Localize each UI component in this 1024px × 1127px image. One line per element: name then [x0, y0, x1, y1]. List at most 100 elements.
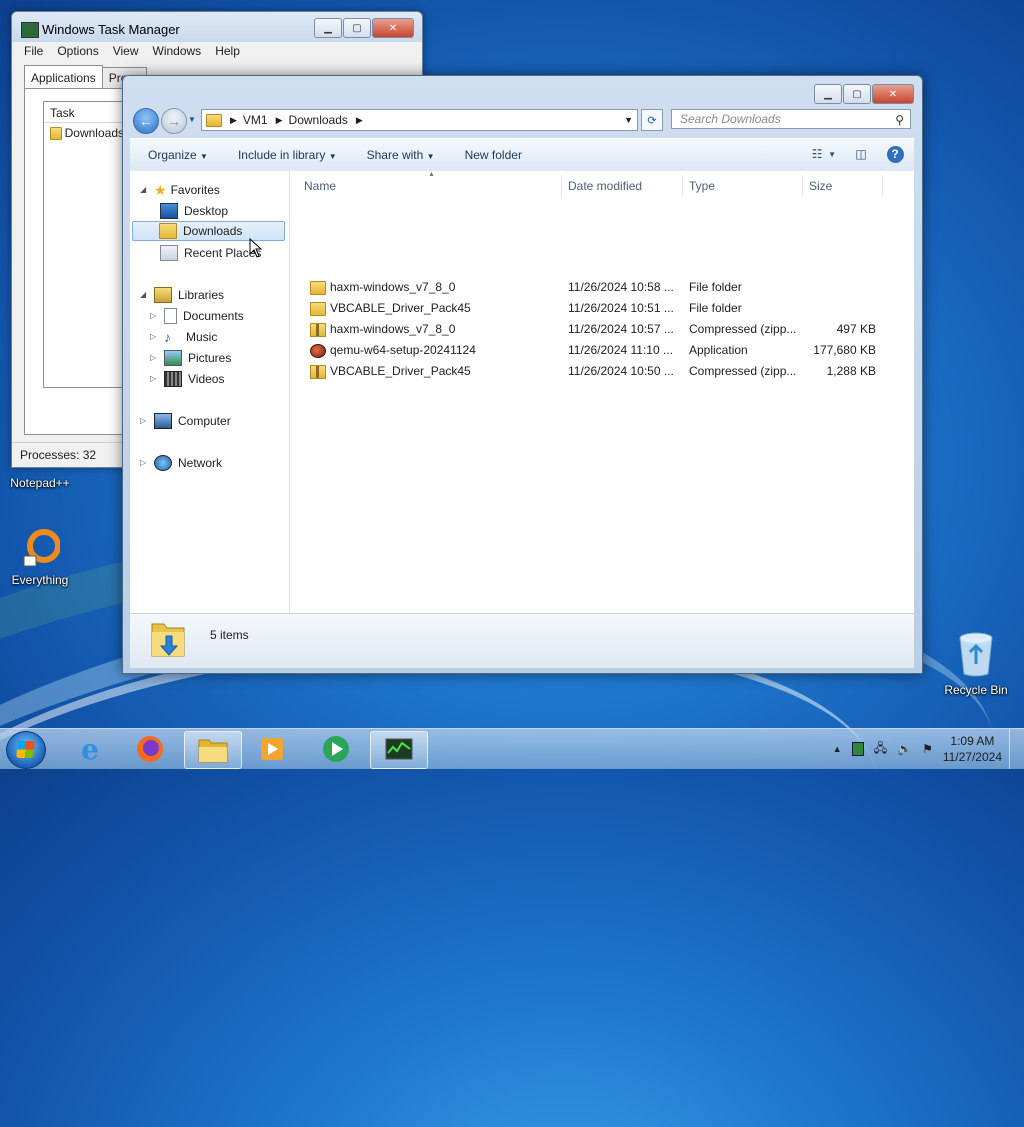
desktop-icon-everything[interactable]: Everything [0, 528, 80, 587]
file-list[interactable]: Name ▲ Date modified Type Size haxm-wind… [290, 171, 914, 613]
taskbar-internet-explorer[interactable]: e [62, 731, 118, 767]
pictures-icon [164, 350, 182, 366]
expand-arrow-icon[interactable]: ▷ [150, 369, 158, 389]
search-input[interactable]: Search Downloads ⚲ [671, 109, 911, 129]
minimize-button[interactable]: ▁ [314, 18, 342, 38]
desktop-icon-recycle-bin[interactable]: Recycle Bin [936, 630, 1016, 697]
close-button[interactable]: ✕ [372, 18, 414, 38]
nav-music[interactable]: ▷ ♪ Music [150, 327, 217, 347]
breadcrumb-vm1[interactable]: VM1 [243, 113, 268, 127]
taskbar-media-player[interactable] [244, 731, 300, 767]
task-manager-icon [385, 738, 413, 760]
nav-label: Videos [188, 372, 225, 386]
expand-arrow-icon[interactable]: ▷ [140, 453, 148, 473]
taskbar-task-manager[interactable] [370, 731, 428, 769]
taskbar-firefox[interactable] [122, 731, 178, 767]
expand-arrow-icon[interactable]: ▷ [150, 327, 158, 347]
file-date: 11/26/2024 10:57 ... [568, 322, 674, 336]
help-icon: ? [886, 145, 904, 163]
nav-recent-places[interactable]: Recent Places [160, 243, 261, 263]
view-options-icon[interactable]: ☷ [808, 145, 826, 163]
tab-applications[interactable]: Applications [24, 65, 103, 88]
show-hidden-icons-icon[interactable]: ▲ [833, 744, 842, 754]
zip-folder-icon [310, 323, 326, 337]
maximize-button[interactable]: ▢ [343, 18, 371, 38]
nav-libraries[interactable]: ◢ Libraries [140, 285, 224, 305]
column-size[interactable]: Size [803, 175, 883, 197]
share-with-button[interactable]: Share with ▼ [367, 148, 435, 162]
column-name[interactable]: Name [298, 175, 562, 197]
nav-network[interactable]: ▷ Network [140, 453, 222, 473]
search-icon[interactable]: ⚲ [895, 113, 904, 127]
nav-pictures[interactable]: ▷ Pictures [150, 348, 231, 368]
nav-desktop[interactable]: Desktop [160, 201, 228, 221]
clock[interactable]: 1:09 AM 11/27/2024 [943, 733, 1002, 765]
network-tray-icon[interactable]: 🖧 [874, 739, 887, 760]
task-list[interactable]: Task Downloads [43, 101, 125, 388]
table-row[interactable]: qemu-w64-setup-20241124 11/26/2024 11:10… [290, 340, 890, 361]
menu-view[interactable]: View [113, 42, 139, 62]
menu-help[interactable]: Help [215, 42, 240, 62]
menu-options[interactable]: Options [57, 42, 98, 62]
address-dropdown-icon[interactable]: ▼ [624, 115, 633, 125]
nav-label: Downloads [183, 224, 243, 238]
recent-places-icon [160, 245, 178, 261]
action-center-flag-icon[interactable]: ⚑ [922, 742, 933, 756]
help-button[interactable]: ? [886, 145, 904, 163]
organize-button[interactable]: Organize ▼ [148, 148, 208, 162]
preview-pane-icon[interactable]: ◫ [852, 145, 870, 163]
file-name: haxm-windows_v7_8_0 [330, 322, 456, 336]
libraries-icon [154, 287, 172, 303]
nav-favorites[interactable]: ◢ ★ Favorites [140, 180, 220, 200]
recent-pages-icon[interactable]: ▼ [188, 115, 196, 124]
back-button[interactable]: ← [133, 108, 159, 134]
chevron-right-icon[interactable]: ▶ [230, 115, 237, 126]
table-row[interactable]: VBCABLE_Driver_Pack45 11/26/2024 10:51 .… [290, 298, 890, 319]
show-desktop-button[interactable] [1009, 729, 1024, 769]
expand-arrow-icon[interactable]: ▷ [140, 411, 148, 431]
chevron-down-icon[interactable]: ▼ [828, 150, 836, 159]
forward-button[interactable]: → [161, 108, 187, 134]
start-button[interactable] [6, 731, 46, 769]
taskbar-windows-media-player[interactable] [308, 731, 364, 767]
list-item[interactable]: Downloads [44, 123, 124, 143]
column-date-modified[interactable]: Date modified [562, 175, 683, 197]
table-row[interactable]: haxm-windows_v7_8_0 11/26/2024 10:57 ...… [290, 319, 890, 340]
tray-app-icon[interactable] [851, 742, 864, 756]
nav-videos[interactable]: ▷ Videos [150, 369, 224, 389]
table-row[interactable]: haxm-windows_v7_8_0 11/26/2024 10:58 ...… [290, 277, 890, 298]
menu-file[interactable]: File [24, 42, 43, 62]
address-box[interactable]: ▶ VM1 ▶ Downloads ▶ ▼ [201, 109, 638, 131]
breadcrumb-downloads[interactable]: Downloads [289, 113, 348, 127]
expand-arrow-icon[interactable]: ◢ [140, 180, 148, 200]
file-date: 11/26/2024 10:51 ... [568, 301, 674, 315]
close-button[interactable]: ✕ [872, 84, 914, 104]
column-type[interactable]: Type [683, 175, 803, 197]
file-size: 497 KB [836, 322, 876, 336]
chevron-right-icon[interactable]: ▶ [276, 115, 283, 126]
maximize-button[interactable]: ▢ [843, 84, 871, 104]
table-row[interactable]: VBCABLE_Driver_Pack45 11/26/2024 10:50 .… [290, 361, 890, 382]
task-manager-titlebar[interactable]: Windows Task Manager ▁ ▢ ✕ [12, 12, 422, 42]
explorer-window[interactable]: ▁ ▢ ✕ ← → ▼ ▶ VM1 ▶ Downloads ▶ ▼ ⟳ Sear… [122, 75, 923, 674]
include-in-library-button[interactable]: Include in library ▼ [238, 148, 337, 162]
taskbar-windows-explorer[interactable] [184, 731, 242, 769]
nav-documents[interactable]: ▷ Documents [150, 306, 244, 326]
nav-computer[interactable]: ▷ Computer [140, 411, 231, 431]
folder-icon [50, 126, 62, 140]
menu-windows[interactable]: Windows [153, 42, 202, 62]
desktop-icon [160, 203, 178, 219]
refresh-button[interactable]: ⟳ [641, 109, 663, 131]
file-type: Application [689, 343, 748, 357]
minimize-button[interactable]: ▁ [814, 84, 842, 104]
windows-media-player-icon [323, 736, 349, 762]
task-column-header[interactable]: Task [44, 102, 124, 123]
chevron-right-icon[interactable]: ▶ [356, 115, 363, 126]
volume-icon[interactable]: 🔈 [897, 742, 912, 756]
new-folder-button[interactable]: New folder [465, 148, 522, 162]
expand-arrow-icon[interactable]: ▷ [150, 306, 158, 326]
expand-arrow-icon[interactable]: ◢ [140, 285, 148, 305]
command-bar: Organize ▼ Include in library ▼ Share wi… [130, 138, 914, 172]
expand-arrow-icon[interactable]: ▷ [150, 348, 158, 368]
desktop-icon-notepadpp[interactable]: Notepad++ [0, 474, 80, 490]
